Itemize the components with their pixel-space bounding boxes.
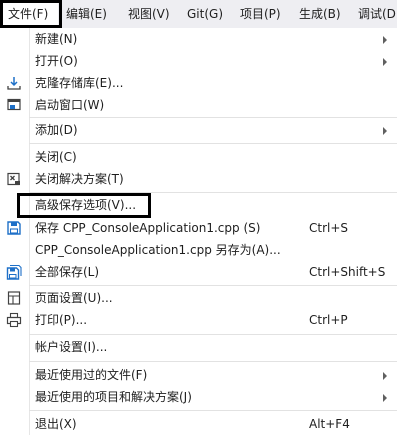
menu-item-start-window[interactable]: 启动窗口(W) bbox=[0, 94, 397, 116]
save-icon bbox=[7, 221, 21, 235]
menu-item-close-solution[interactable]: 关闭解决方案(T) bbox=[0, 168, 397, 190]
close-solution-icon bbox=[7, 172, 20, 186]
menu-item-label: 添加(D) bbox=[35, 123, 78, 137]
clone-repository-icon bbox=[7, 77, 21, 90]
menu-bar: 文件(F) 编辑(E) 视图(V) Git(G) 项目(P) 生成(B) 调试(… bbox=[0, 0, 397, 29]
save-all-icon bbox=[6, 264, 22, 280]
submenu-arrow-icon bbox=[383, 394, 387, 402]
menu-separator bbox=[29, 285, 397, 286]
submenu-arrow-icon bbox=[383, 36, 387, 44]
shortcut-text: Alt+F4 bbox=[309, 417, 350, 431]
menu-build[interactable]: 生成(B) bbox=[299, 0, 341, 28]
submenu-arrow-icon bbox=[383, 127, 387, 135]
menu-project[interactable]: 项目(P) bbox=[240, 0, 281, 28]
menu-item-label: 新建(N) bbox=[35, 32, 78, 46]
submenu-arrow-icon bbox=[383, 58, 387, 66]
menu-separator bbox=[29, 410, 397, 411]
start-window-icon bbox=[7, 98, 21, 111]
shortcut-text: Ctrl+P bbox=[309, 313, 348, 327]
menu-item-print[interactable]: 打印(P)... Ctrl+P bbox=[0, 309, 397, 331]
menu-separator bbox=[29, 334, 397, 335]
menu-item-label: 关闭解决方案(T) bbox=[35, 172, 124, 186]
menu-item-add[interactable]: 添加(D) bbox=[0, 119, 397, 141]
menu-separator bbox=[29, 192, 397, 193]
menu-item-label: 关闭(C) bbox=[35, 150, 77, 164]
menu-item-page-setup[interactable]: 页面设置(U)... bbox=[0, 287, 397, 309]
menu-separator bbox=[29, 117, 397, 118]
menu-item-label: 启动窗口(W) bbox=[35, 98, 105, 112]
menu-item-label: 打开(O) bbox=[35, 54, 78, 68]
menu-file[interactable]: 文件(F) bbox=[2, 0, 58, 28]
menu-item-label: 克隆存储库(E)... bbox=[35, 76, 124, 90]
menu-debug[interactable]: 调试(D bbox=[358, 0, 396, 28]
menu-item-label: 全部保存(L) bbox=[35, 265, 100, 279]
menu-item-new[interactable]: 新建(N) bbox=[0, 28, 397, 50]
menu-separator bbox=[29, 361, 397, 362]
menu-edit[interactable]: 编辑(E) bbox=[66, 0, 107, 28]
menu-item-label: 保存 CPP_ConsoleApplication1.cpp (S) bbox=[35, 221, 261, 235]
shortcut-text: Ctrl+Shift+S bbox=[309, 265, 386, 279]
menu-view[interactable]: 视图(V) bbox=[128, 0, 170, 28]
menu-item-label: 最近使用过的文件(F) bbox=[35, 368, 148, 382]
shortcut-text: Ctrl+S bbox=[309, 221, 349, 235]
menu-item-exit[interactable]: 退出(X) Alt+F4 bbox=[0, 413, 397, 435]
menu-item-save[interactable]: 保存 CPP_ConsoleApplication1.cpp (S) Ctrl+… bbox=[0, 217, 397, 239]
menu-item-label: 最近使用的项目和解决方案(J) bbox=[35, 390, 192, 404]
menu-item-label: 退出(X) bbox=[35, 417, 77, 431]
menu-git[interactable]: Git(G) bbox=[187, 0, 223, 28]
menu-item-recent-projects[interactable]: 最近使用的项目和解决方案(J) bbox=[0, 386, 397, 408]
menu-item-close[interactable]: 关闭(C) bbox=[0, 146, 397, 168]
menu-item-label: 打印(P)... bbox=[35, 313, 88, 327]
menu-item-save-as[interactable]: CPP_ConsoleApplication1.cpp 另存为(A)... bbox=[0, 239, 397, 261]
menu-item-label: 页面设置(U)... bbox=[35, 291, 113, 305]
printer-icon bbox=[6, 312, 22, 328]
menu-item-label: 高级保存选项(V)... bbox=[35, 198, 137, 212]
menu-item-clone-repository[interactable]: 克隆存储库(E)... bbox=[0, 72, 397, 94]
menu-item-label: CPP_ConsoleApplication1.cpp 另存为(A)... bbox=[35, 243, 281, 257]
menu-item-save-all[interactable]: 全部保存(L) Ctrl+Shift+S bbox=[0, 261, 397, 283]
menu-item-open[interactable]: 打开(O) bbox=[0, 50, 397, 72]
page-setup-icon bbox=[7, 291, 21, 305]
menu-item-recent-files[interactable]: 最近使用过的文件(F) bbox=[0, 364, 397, 386]
menu-separator bbox=[29, 143, 397, 144]
menu-item-advanced-save-options[interactable]: 高级保存选项(V)... bbox=[0, 194, 397, 216]
submenu-arrow-icon bbox=[383, 372, 387, 380]
menu-item-account-settings[interactable]: 帐户设置(I)... bbox=[0, 336, 397, 358]
menu-item-label: 帐户设置(I)... bbox=[35, 340, 108, 354]
file-menu-dropdown: 新建(N) 打开(O) 克隆存储库(E)... 启动窗口(W) 添加(D) 关闭… bbox=[0, 28, 397, 435]
